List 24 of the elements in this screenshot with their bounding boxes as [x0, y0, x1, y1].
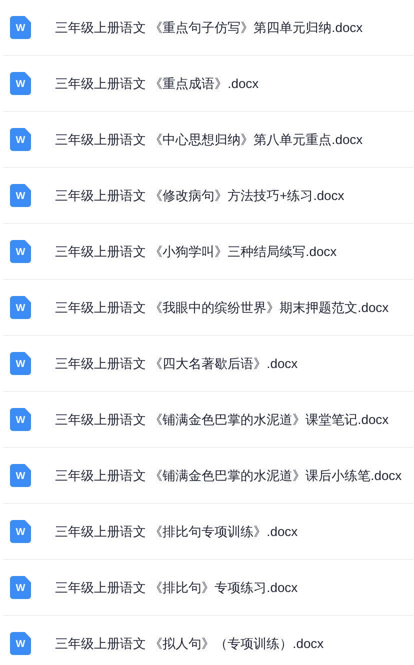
word-file-icon: W — [10, 296, 31, 319]
file-name[interactable]: 三年级上册语文 《重点成语》.docx — [55, 74, 259, 94]
word-file-icon: W — [10, 184, 31, 207]
file-name[interactable]: 三年级上册语文 《排比句专项训练》.docx — [55, 522, 298, 542]
word-file-icon: W — [10, 72, 31, 95]
file-name[interactable]: 三年级上册语文 《铺满金色巴掌的水泥道》课后小练笔.docx — [55, 466, 402, 486]
file-name[interactable]: 三年级上册语文 《中心思想归纳》第八单元重点.docx — [55, 130, 363, 150]
word-file-icon: W — [10, 352, 31, 375]
word-file-icon: W — [10, 632, 31, 655]
word-file-icon: W — [10, 576, 31, 599]
word-file-icon: W — [10, 520, 31, 543]
file-name[interactable]: 三年级上册语文 《我眼中的缤纷世界》期末押题范文.docx — [55, 298, 389, 318]
file-name[interactable]: 三年级上册语文 《四大名著歇后语》.docx — [55, 354, 298, 374]
file-name[interactable]: 三年级上册语文 《重点句子仿写》第四单元归纳.docx — [55, 18, 363, 38]
file-name[interactable]: 三年级上册语文 《排比句》专项练习.docx — [55, 578, 298, 598]
file-name[interactable]: 三年级上册语文 《修改病句》方法技巧+练习.docx — [55, 186, 344, 206]
word-file-icon: W — [10, 464, 31, 487]
word-file-icon: W — [10, 128, 31, 151]
word-file-icon: W — [10, 408, 31, 431]
file-name[interactable]: 三年级上册语文 《铺满金色巴掌的水泥道》课堂笔记.docx — [55, 410, 389, 430]
file-name[interactable]: 三年级上册语文 《小狗学叫》三种结局续写.docx — [55, 242, 337, 262]
file-name[interactable]: 三年级上册语文 《拟人句》（专项训练）.docx — [55, 634, 324, 654]
word-file-icon: W — [10, 240, 31, 263]
word-file-icon: W — [10, 16, 31, 39]
